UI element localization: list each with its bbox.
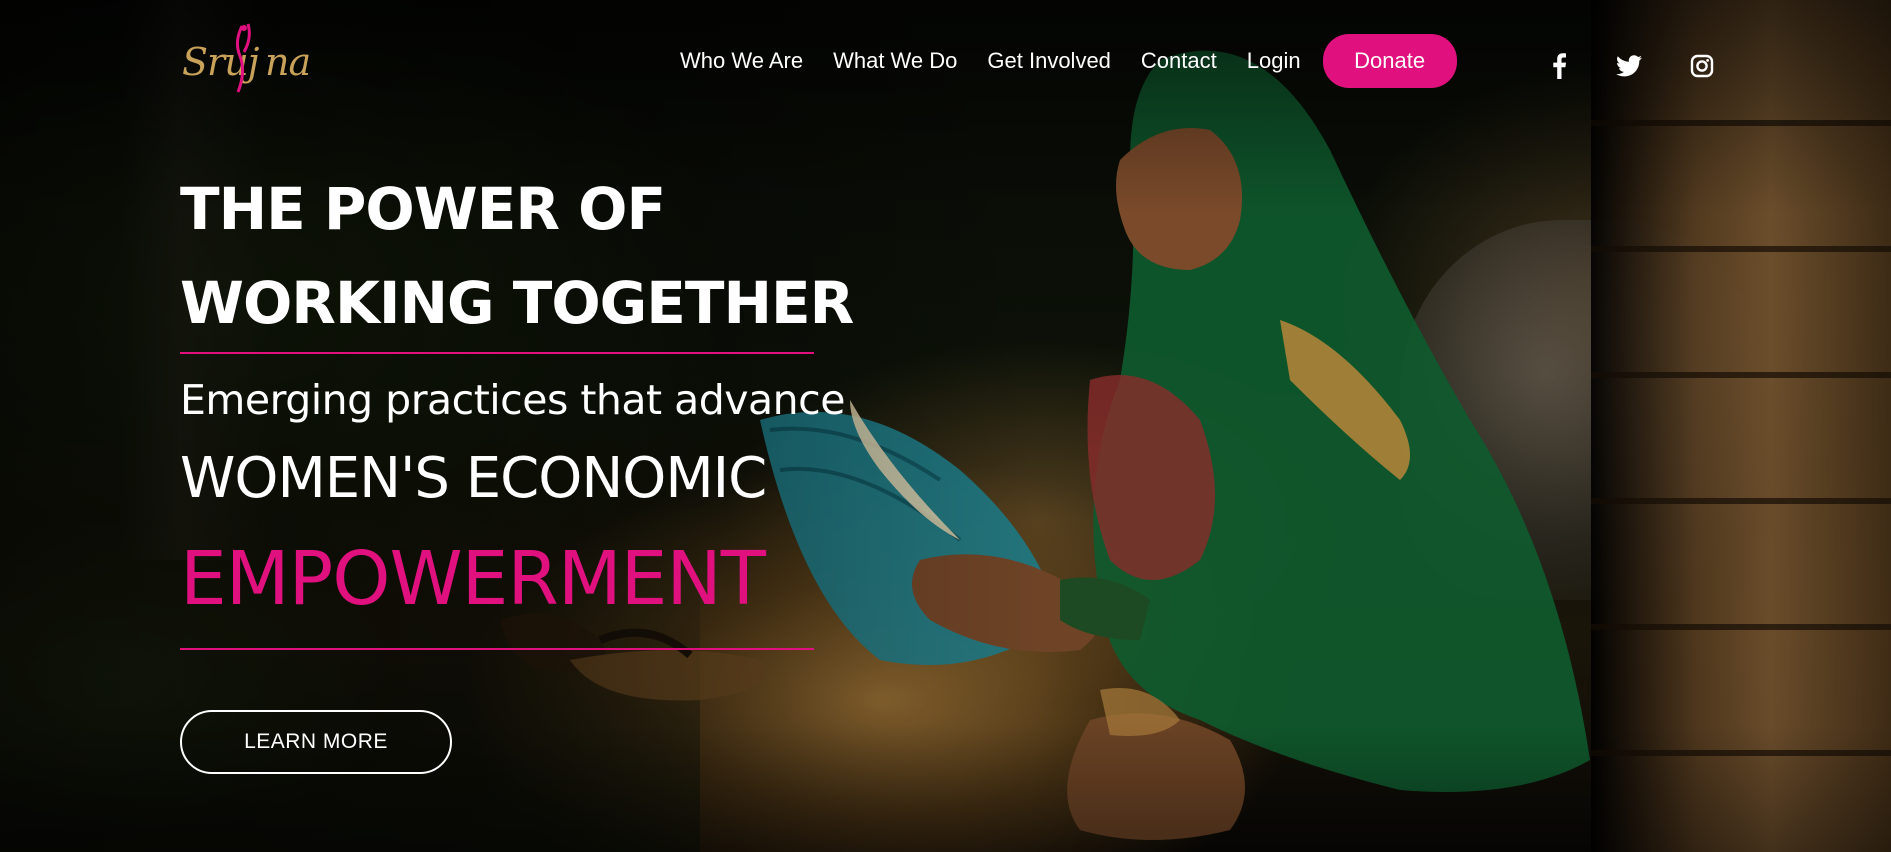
hero-title-line-2: WORKING TOGETHER [180, 269, 854, 337]
hero-title-line-1: THE POWER OF [180, 175, 666, 243]
nav-get-involved[interactable]: Get Involved [987, 48, 1111, 74]
nav-what-we-do[interactable]: What We Do [833, 48, 957, 74]
logo-figure-icon [235, 23, 251, 93]
hero-title: THE POWER OF WORKING TOGETHER [180, 162, 854, 350]
twitter-icon [1616, 55, 1642, 77]
hero-divider-bottom [180, 648, 814, 650]
learn-more-button[interactable]: LEARN MORE [180, 710, 452, 774]
hero-womens-economic: WOMEN'S ECONOMIC [180, 446, 767, 511]
main-navigation: Who We Are What We Do Get Involved Conta… [680, 34, 1457, 88]
hero-divider-top [180, 352, 814, 354]
srujna-logo[interactable]: Sruj na [180, 22, 311, 98]
twitter-link[interactable] [1613, 50, 1645, 82]
donate-button[interactable]: Donate [1322, 34, 1457, 88]
hero-subtitle: Emerging practices that advance [180, 376, 845, 424]
facebook-link[interactable] [1543, 50, 1575, 82]
nav-contact[interactable]: Contact [1141, 48, 1217, 74]
nav-login[interactable]: Login [1247, 48, 1301, 74]
facebook-icon [1553, 53, 1566, 79]
hero-page: Sruj na Who We Are What We Do Get Involv… [0, 0, 1891, 852]
instagram-icon [1690, 54, 1714, 78]
hero-empowerment: EMPOWERMENT [180, 536, 766, 622]
nav-who-we-are[interactable]: Who We Are [680, 48, 803, 74]
instagram-link[interactable] [1686, 50, 1718, 82]
